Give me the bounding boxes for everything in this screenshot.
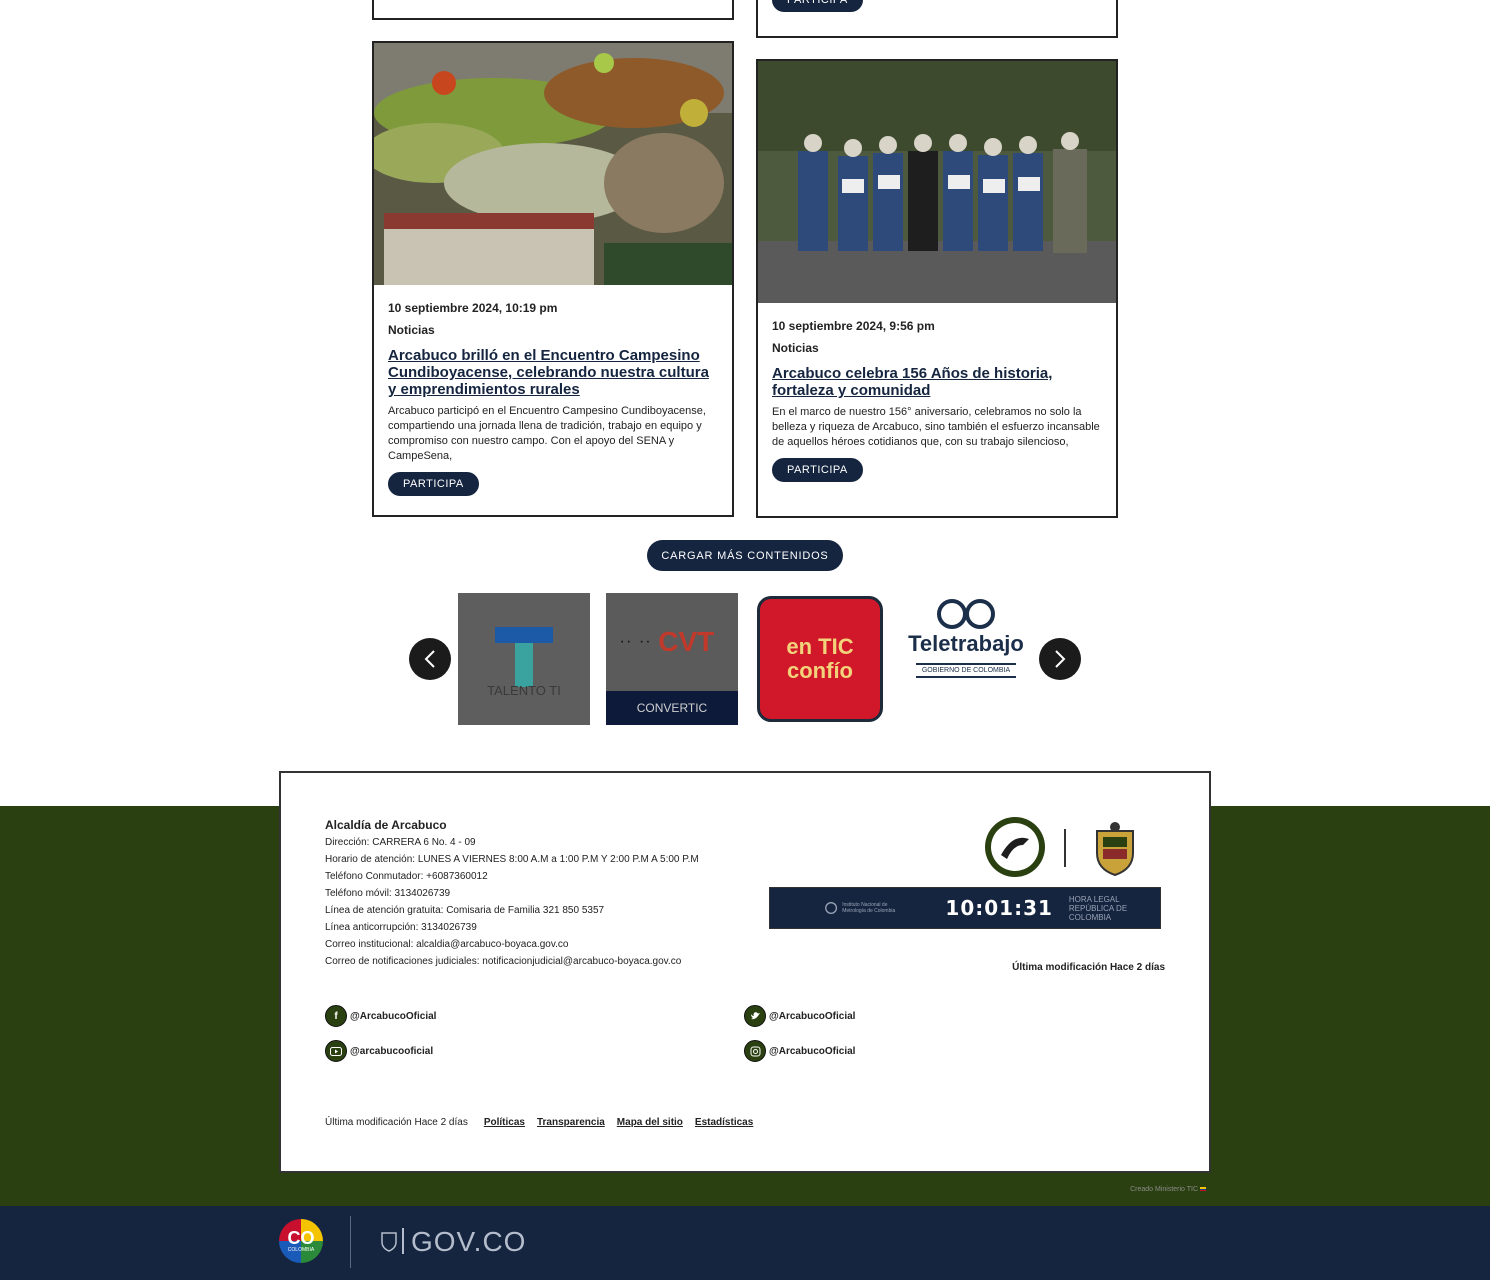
news-description: En el marco de nuestro 156° aniversario,… [772, 406, 1100, 448]
clock-sublabel: REPÚBLICA DE COLOMBIA [1068, 903, 1128, 922]
municipality-emblem-icon [985, 817, 1045, 877]
gov-separator [402, 1228, 404, 1254]
news-category: Noticias [772, 341, 819, 355]
teletrabajo-icon [937, 599, 995, 629]
en-tic-confio-logo[interactable]: en TIC confío [754, 593, 886, 725]
carousel-next-button[interactable] [1039, 638, 1081, 680]
gov-co-bar: CO COLOMBIA GOV.CO [0, 1206, 1490, 1280]
legal-time-widget: Instituto Nacional de Metrología de Colo… [769, 887, 1161, 929]
teletrabajo-sub: GOBIERNO DE COLOMBIA [915, 663, 1017, 678]
created-by-mintic[interactable]: Creado Ministerio TIC [1130, 1186, 1206, 1193]
talento-ti-mark [495, 626, 553, 687]
twitter-link[interactable]: @ArcabucoOficial [744, 1005, 855, 1027]
participa-button[interactable]: PARTICIPA [388, 472, 479, 496]
youtube-link[interactable]: @arcabucooficial [325, 1040, 433, 1062]
teletrabajo-text: Teletrabajo [908, 631, 1024, 656]
gov-divider [350, 1216, 351, 1268]
news-description: Arcabuco participó en el Encuentro Campe… [388, 405, 706, 462]
gov-shield-icon [381, 1232, 397, 1252]
email-line: Correo institucional: alcaldia@arcabuco-… [325, 939, 569, 950]
youtube-handle: @arcabucooficial [350, 1045, 434, 1057]
instagram-icon [744, 1040, 766, 1062]
facebook-handle: @ArcabucoOficial [350, 1010, 437, 1022]
participa-button[interactable]: PARTICIPA [772, 0, 863, 12]
sitemap-link[interactable]: Mapa del sitio [617, 1117, 683, 1128]
logo-divider [1064, 829, 1066, 867]
convertic-text: CONVERTIC [606, 691, 738, 725]
chevron-right-icon [1055, 650, 1066, 668]
card-remnant-left [372, 0, 734, 20]
anticorruption-line: Línea anticorrupción: 3134026739 [325, 922, 477, 933]
statistics-link[interactable]: Estadísticas [695, 1117, 753, 1128]
news-date: 10 septiembre 2024, 9:56 pm [772, 319, 935, 333]
news-date: 10 septiembre 2024, 10:19 pm [388, 301, 558, 315]
footer-title: Alcaldía de Arcabuco [325, 818, 447, 832]
instagram-link[interactable]: @ArcabucoOficial [744, 1040, 855, 1062]
news-title-link[interactable]: Arcabuco celebra 156 Años de historia, f… [772, 365, 1102, 399]
colombia-flag-icon [1200, 1187, 1206, 1192]
last-modified: Última modificación Hace 2 días [325, 1117, 468, 1128]
inm-text: Instituto Nacional de Metrología de Colo… [842, 902, 896, 914]
facebook-icon: f [325, 1005, 347, 1027]
en-tic-text: en TIC [786, 634, 854, 659]
inm-logo-icon [825, 902, 838, 914]
card-remnant-right: PARTICIPA [756, 0, 1118, 38]
created-by-text: Creado Ministerio TIC [1130, 1186, 1199, 1193]
judicial-email-line: Correo de notificaciones judiciales: not… [325, 956, 682, 967]
twitter-icon [744, 1005, 766, 1027]
twitter-handle: @ArcabucoOficial [769, 1010, 856, 1022]
load-more-button[interactable]: CARGAR MÁS CONTENIDOS [647, 540, 843, 571]
address-line: Dirección: CARRERA 6 No. 4 - 09 [325, 837, 476, 848]
news-card: 10 septiembre 2024, 9:56 pm Noticias Arc… [756, 59, 1118, 518]
facebook-link[interactable]: f @ArcabucoOficial [325, 1005, 436, 1027]
chevron-left-icon [424, 650, 435, 668]
gov-co-logo[interactable]: GOV.CO [411, 1226, 526, 1258]
clock-time: 10:01:31 [945, 896, 1053, 920]
convertic-mark: CVT [658, 626, 715, 657]
participa-button[interactable]: PARTICIPA [772, 458, 863, 482]
policies-link[interactable]: Políticas [484, 1117, 525, 1128]
mobile-line: Teléfono móvil: 3134026739 [325, 888, 451, 899]
footer-links: Última modificación Hace 2 días Política… [325, 1117, 753, 1128]
clock-label: HORA LEGAL [1068, 894, 1120, 904]
contact-info: Alcaldía de Arcabuco Dirección: CARRERA … [325, 817, 699, 970]
news-title-link[interactable]: Arcabuco brilló en el Encuentro Campesin… [388, 347, 718, 398]
instagram-handle: @ArcabucoOficial [769, 1045, 856, 1057]
phone-line: Teléfono Conmutador: +6087360012 [325, 871, 488, 882]
news-category: Noticias [388, 323, 435, 337]
convertic-dots-icon: ∙∙ ∙∙ [620, 633, 653, 650]
co-text: CO [287, 1228, 315, 1248]
confio-text: confío [787, 658, 853, 683]
talento-ti-logo[interactable]: TALENTO TI [458, 593, 590, 725]
footer-card: Alcaldía de Arcabuco Dirección: CARRERA … [279, 771, 1211, 1173]
hours-line: Horario de atención: LUNES A VIERNES 8:0… [325, 854, 699, 865]
co-sub-text: COLOMBIA [287, 1247, 315, 1253]
news-image-group-photo[interactable] [758, 61, 1116, 303]
carousel-prev-button[interactable] [409, 638, 451, 680]
transparency-link[interactable]: Transparencia [537, 1117, 605, 1128]
free-line: Línea de atención gratuita: Comisaria de… [325, 905, 605, 916]
news-card: 10 septiembre 2024, 10:19 pm Noticias Ar… [372, 41, 734, 517]
youtube-icon [325, 1040, 347, 1062]
last-modified-right: Última modificación Hace 2 días [1012, 962, 1165, 973]
coat-of-arms-icon [1096, 822, 1134, 877]
teletrabajo-logo[interactable]: Teletrabajo GOBIERNO DE COLOMBIA [900, 593, 1032, 725]
convertic-logo[interactable]: ∙∙ ∙∙ CVT CONVERTIC [606, 593, 738, 725]
co-colombia-logo[interactable]: CO COLOMBIA [279, 1219, 323, 1263]
talento-ti-text: TALENTO TI [487, 682, 561, 698]
news-image-market[interactable] [374, 43, 732, 285]
